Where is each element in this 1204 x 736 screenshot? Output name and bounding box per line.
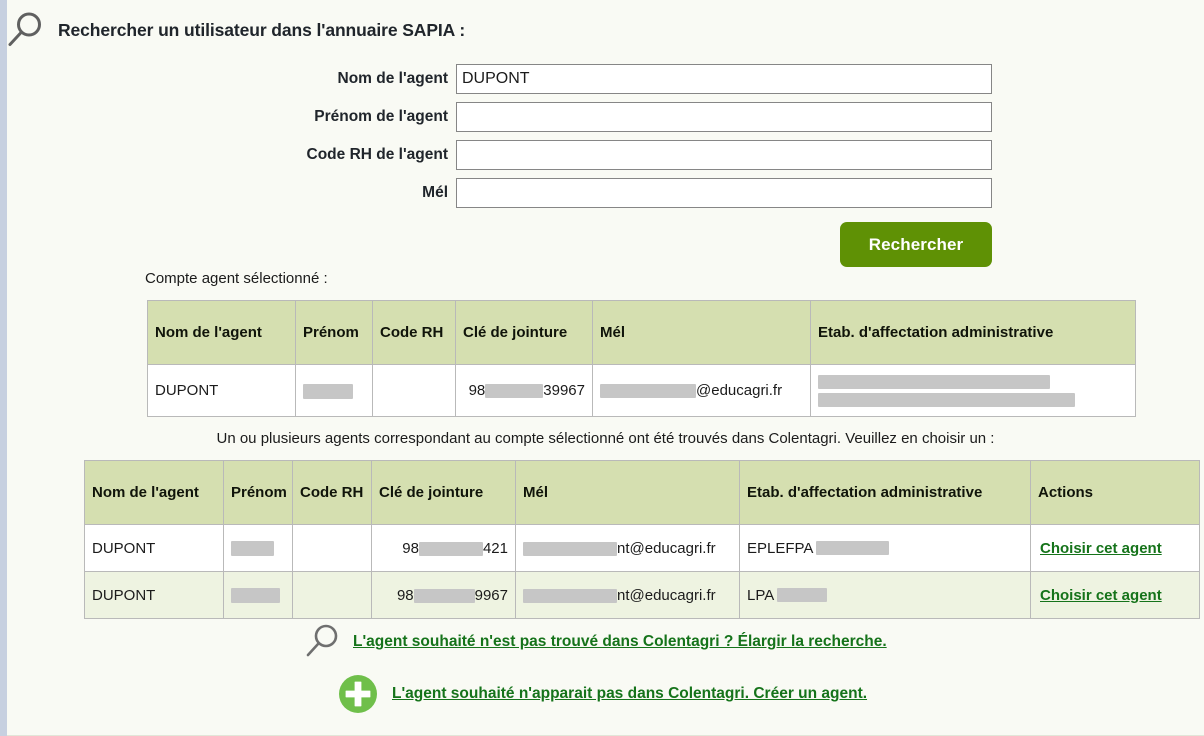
code-rh-input[interactable] [456,140,992,170]
choose-agent-link[interactable]: Choisir cet agent [1040,587,1162,604]
col-nom: Nom de l'agent [147,300,296,365]
candidates-table: Nom de l'agent Prénom Code RH Clé de joi… [84,460,1200,619]
mel-suffix: @educagri.fr [696,382,783,399]
col-code-rh: Code RH [292,460,372,525]
etab-value: EPLEFPA [747,540,1023,557]
etab-lines [818,374,1128,407]
label-prenom: Prénom de l'agent [314,108,448,125]
table-row: DUPONT 98 39967 @educagri.fr [147,364,1136,417]
redaction-block [818,392,1075,407]
cle-prefix: 98 [402,539,419,557]
cell-etab [810,364,1136,417]
table-header-row: Nom de l'agent Prénom Code RH Clé de joi… [147,300,1136,365]
table-header-row: Nom de l'agent Prénom Code RH Clé de joi… [84,460,1200,525]
search-icon [8,12,41,46]
search-button[interactable]: Rechercher [840,222,992,267]
col-etab: Etab. d'affectation administrative [739,460,1031,525]
nom-input[interactable] [456,64,992,94]
col-cle: Clé de jointure [455,300,593,365]
redaction-block [231,541,274,557]
col-code-rh: Code RH [372,300,456,365]
cell-nom: DUPONT [84,524,224,572]
cle-suffix: 39967 [543,382,585,399]
redaction-block [523,541,617,556]
cell-actions: Choisir cet agent [1030,524,1200,572]
col-mel: Mél [515,460,740,525]
search-icon [306,624,338,657]
redaction-block [231,588,280,604]
candidates-caption: Un ou plusieurs agents correspondant au … [216,430,995,447]
create-agent-link[interactable]: L'agent souhaité n'apparait pas dans Col… [392,685,867,703]
mel-suffix: nt@educagri.fr [617,586,716,604]
cell-cle: 98 9967 [371,571,516,619]
widen-search-link[interactable]: L'agent souhaité n'est pas trouvé dans C… [353,633,887,651]
redaction-block [485,384,544,399]
cell-mel: nt@educagri.fr [515,524,740,572]
col-etab: Etab. d'affectation administrative [810,300,1136,365]
form-row-nom: Nom de l'agent [7,60,992,98]
redaction-block [818,374,1050,389]
form-row-prenom: Prénom de l'agent [7,98,992,136]
search-form: Nom de l'agent Prénom de l'agent Code RH… [7,60,992,267]
cell-etab: EPLEFPA [739,524,1031,572]
label-mel: Mél [422,184,448,201]
col-cle: Clé de jointure [371,460,516,525]
redaction-block [523,588,617,603]
col-prenom: Prénom [223,460,293,525]
plus-circle-icon [339,675,377,713]
etab-value: LPA [747,587,1023,604]
redaction-block [777,588,828,602]
col-nom: Nom de l'agent [84,460,224,525]
redaction-block [816,541,890,555]
cle-suffix: 9967 [474,586,508,604]
col-prenom: Prénom [295,300,373,365]
page-header: Rechercher un utilisateur dans l'annuair… [7,8,465,52]
create-agent-row: L'agent souhaité n'apparait pas dans Col… [337,673,867,715]
form-row-code-rh: Code RH de l'agent [7,136,992,174]
cell-cle: 98 39967 [455,364,593,417]
table-row: DUPONT 98 9967 nt@educagri.fr LPA Choisir… [84,571,1200,619]
cell-nom: DUPONT [147,364,296,417]
cell-code-rh [292,571,372,619]
cell-code-rh [292,524,372,572]
selected-account-caption: Compte agent sélectionné : [145,270,328,287]
widen-search-row: L'agent souhaité n'est pas trouvé dans C… [301,622,887,662]
cell-prenom [223,524,293,572]
page-content: Rechercher un utilisateur dans l'annuair… [7,0,1204,736]
left-rail [0,0,7,736]
cell-prenom [223,571,293,619]
cle-prefix: 98 [468,382,486,399]
redaction-block [600,384,696,399]
submit-row: Rechercher [7,212,992,267]
col-mel: Mél [592,300,811,365]
redaction-block [413,588,475,603]
redaction-block [418,541,483,556]
cle-suffix: 421 [482,539,508,557]
choose-agent-link[interactable]: Choisir cet agent [1040,540,1162,557]
mel-suffix: nt@educagri.fr [617,539,716,557]
label-nom: Nom de l'agent [337,70,448,87]
cell-mel: @educagri.fr [592,364,811,417]
redaction-block [303,383,353,399]
table-row: DUPONT 98 421 nt@educagri.fr EPLEFPA Choi… [84,524,1200,572]
cell-etab: LPA [739,571,1031,619]
cell-nom: DUPONT [84,571,224,619]
mel-input[interactable] [456,178,992,208]
cell-cle: 98 421 [371,524,516,572]
label-code-rh: Code RH de l'agent [306,146,448,163]
cell-prenom [295,364,373,417]
prenom-input[interactable] [456,102,992,132]
cle-prefix: 98 [396,586,414,604]
cell-actions: Choisir cet agent [1030,571,1200,619]
selected-account-table: Nom de l'agent Prénom Code RH Clé de joi… [147,300,1136,417]
cell-mel: nt@educagri.fr [515,571,740,619]
cell-code-rh [372,364,456,417]
page-title: Rechercher un utilisateur dans l'annuair… [58,19,466,40]
col-actions: Actions [1030,460,1200,525]
form-row-mel: Mél [7,174,992,212]
